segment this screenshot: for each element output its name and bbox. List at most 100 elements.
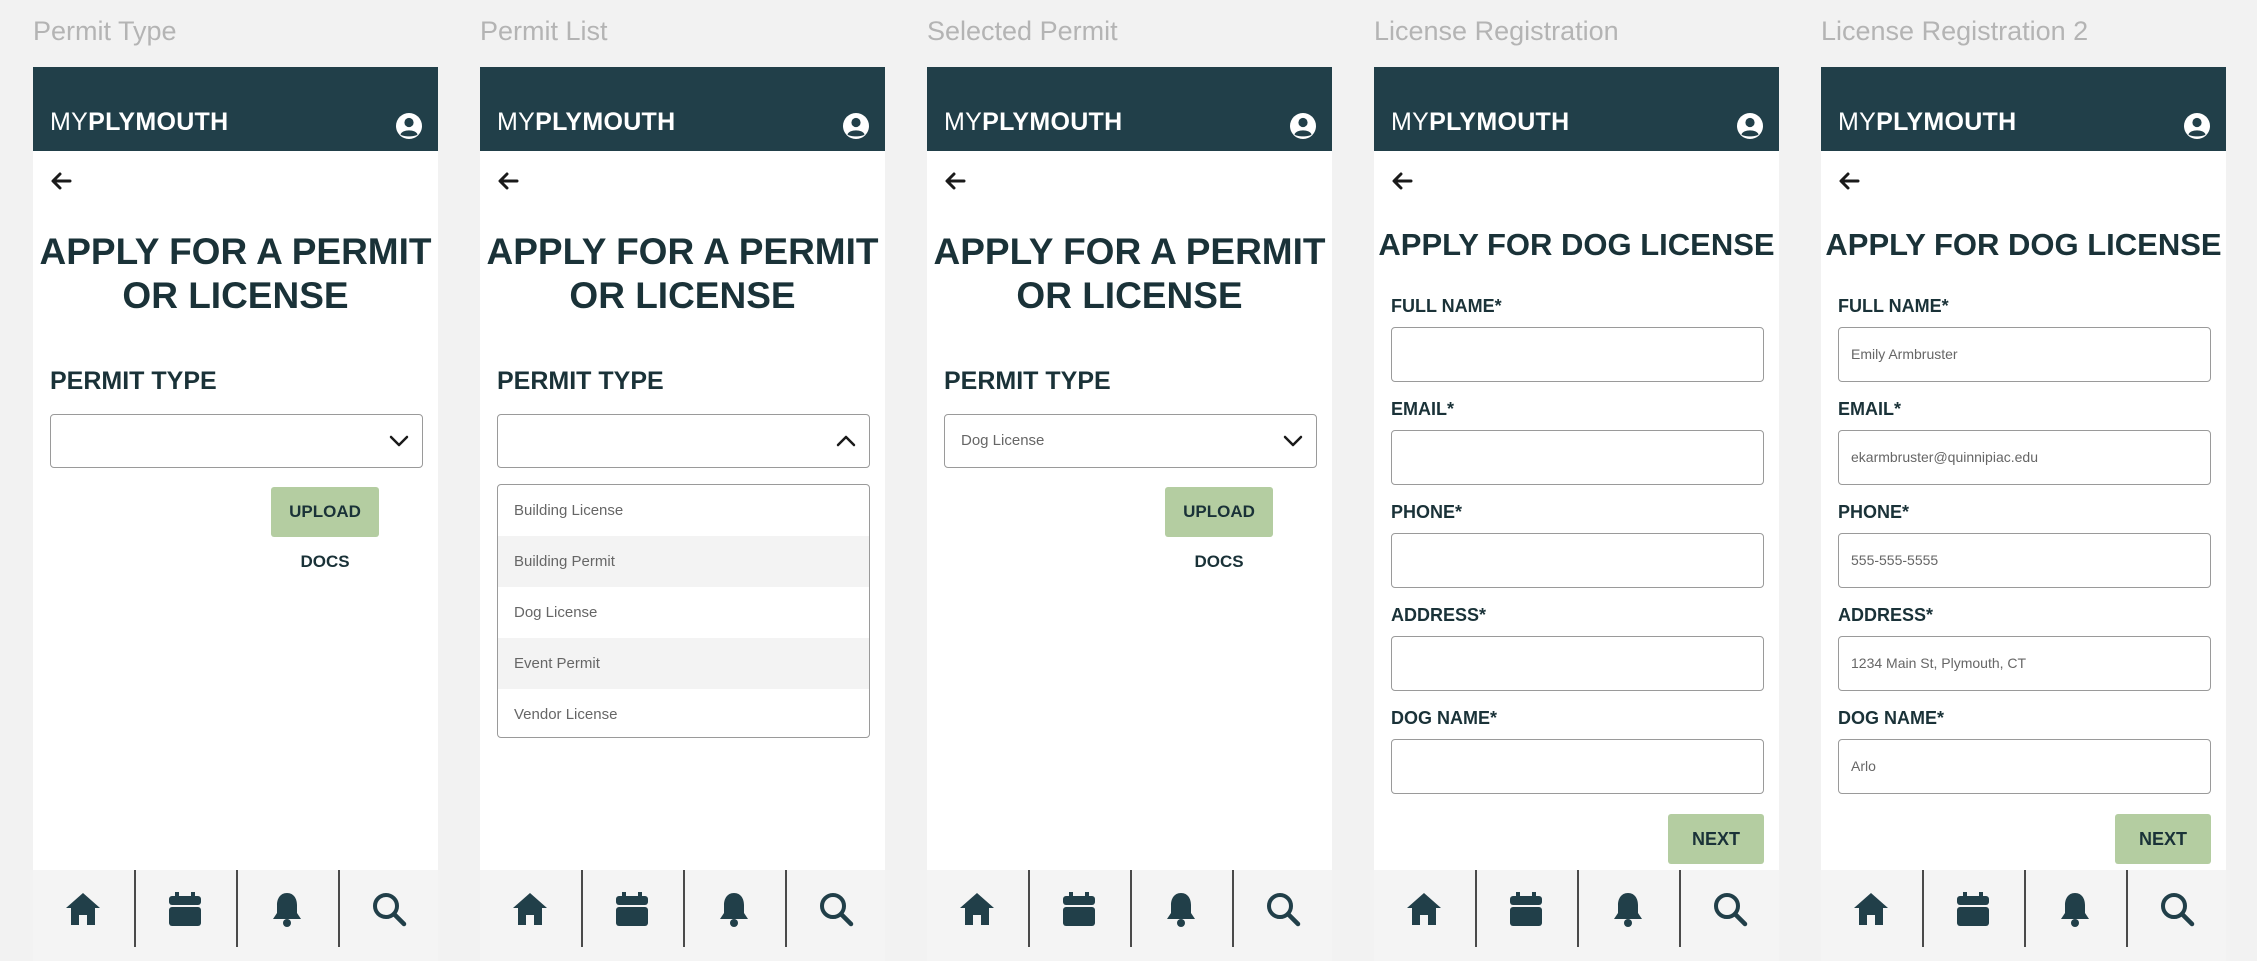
dog-name-label: DOG NAME* xyxy=(1391,708,1498,728)
option-building-permit[interactable]: Building Permit xyxy=(498,536,869,587)
address-label: ADDRESS* xyxy=(1838,605,1934,625)
phone-field[interactable] xyxy=(1391,533,1764,588)
arrow-left-icon[interactable] xyxy=(1837,169,1861,193)
phone-frame: MYPLYMOUTH APPLY FOR A PERMIT OR LICENSE… xyxy=(33,67,438,961)
tab-home[interactable] xyxy=(33,870,134,947)
phone-frame: MYPLYMOUTH APPLY FOR A PERMIT OR LICENSE… xyxy=(480,67,885,961)
tab-bar xyxy=(1821,870,2226,961)
next-button[interactable]: NEXT xyxy=(2115,814,2211,864)
tab-notifications[interactable] xyxy=(1131,870,1232,947)
frame-title: License Registration 2 xyxy=(1821,16,2089,46)
user-circle-icon[interactable] xyxy=(1736,112,1764,140)
full-name-field[interactable] xyxy=(1391,327,1764,382)
phone-field[interactable]: 555-555-5555 xyxy=(1838,533,2211,588)
bell-icon xyxy=(273,893,301,927)
tab-calendar[interactable] xyxy=(1029,870,1130,947)
select-value: Dog License xyxy=(961,432,1045,449)
tab-calendar[interactable] xyxy=(135,870,236,947)
tab-notifications[interactable] xyxy=(2025,870,2126,947)
address-field[interactable]: 1234 Main St, Plymouth, CT xyxy=(1838,636,2211,691)
bell-icon xyxy=(1614,893,1642,927)
arrow-left-icon[interactable] xyxy=(496,169,520,193)
page-title: APPLY FOR DOG LICENSE xyxy=(1825,227,2222,262)
tab-calendar[interactable] xyxy=(1476,870,1577,947)
tab-notifications[interactable] xyxy=(237,870,338,947)
email-field[interactable] xyxy=(1391,430,1764,485)
screen-permit-list: Permit List MYPLYMOUTH APPLY FOR A PERMI… xyxy=(480,0,885,961)
user-circle-icon[interactable] xyxy=(1289,112,1317,140)
upload-docs-button[interactable]: UPLOAD DOCS xyxy=(1165,487,1273,571)
home-icon xyxy=(1407,893,1441,925)
chevron-down-icon xyxy=(1283,435,1303,447)
screen-license-registration: License Registration MYPLYMOUTH APPLY FO… xyxy=(1374,0,1779,961)
option-event-permit[interactable]: Event Permit xyxy=(498,638,869,689)
tab-home[interactable] xyxy=(927,870,1028,947)
dog-name-label: DOG NAME* xyxy=(1838,708,1945,728)
user-circle-icon[interactable] xyxy=(395,112,423,140)
frame-title: License Registration xyxy=(1374,16,1619,46)
tab-bar xyxy=(33,870,438,961)
full-name-label: FULL NAME* xyxy=(1391,296,1502,316)
email-field[interactable]: ekarmbruster@quinnipiac.edu xyxy=(1838,430,2211,485)
tab-calendar[interactable] xyxy=(582,870,683,947)
search-icon xyxy=(1267,893,1301,927)
next-button[interactable]: NEXT xyxy=(1668,814,1764,864)
screen-selected-permit: Selected Permit MYPLYMOUTH APPLY FOR A P… xyxy=(927,0,1332,961)
tab-bar xyxy=(927,870,1332,961)
bell-icon xyxy=(1167,893,1195,927)
calendar-icon xyxy=(1063,892,1095,926)
arrow-left-icon[interactable] xyxy=(943,169,967,193)
tab-home[interactable] xyxy=(1821,870,1922,947)
permit-type-label: PERMIT TYPE xyxy=(944,367,1111,395)
option-vendor-license[interactable]: Vendor License xyxy=(498,689,869,737)
app-logo: MYPLYMOUTH xyxy=(944,108,1123,136)
arrow-left-icon[interactable] xyxy=(49,169,73,193)
bell-icon xyxy=(2061,893,2089,927)
phone-frame: MYPLYMOUTH APPLY FOR A PERMIT OR LICENSE… xyxy=(927,67,1332,961)
option-building-license[interactable]: Building License xyxy=(498,485,869,536)
arrow-left-icon[interactable] xyxy=(1390,169,1414,193)
permit-type-select[interactable] xyxy=(50,414,423,468)
tab-search[interactable] xyxy=(786,870,887,947)
frame-title: Selected Permit xyxy=(927,16,1118,46)
user-circle-icon[interactable] xyxy=(842,112,870,140)
home-icon xyxy=(513,893,547,925)
frame-title: Permit Type xyxy=(33,16,177,46)
bell-icon xyxy=(720,893,748,927)
tab-home[interactable] xyxy=(1374,870,1475,947)
chevron-up-icon xyxy=(836,435,856,447)
tab-bar xyxy=(1374,870,1779,961)
option-dog-license[interactable]: Dog License xyxy=(498,587,869,638)
app-logo: MYPLYMOUTH xyxy=(1838,108,2017,136)
page-title: APPLY FOR DOG LICENSE xyxy=(1378,227,1775,262)
tab-notifications[interactable] xyxy=(684,870,785,947)
user-circle-icon[interactable] xyxy=(2183,112,2211,140)
address-field[interactable] xyxy=(1391,636,1764,691)
tab-bar xyxy=(480,870,885,961)
dog-name-field[interactable] xyxy=(1391,739,1764,794)
tab-search[interactable] xyxy=(1680,870,1781,947)
tab-home[interactable] xyxy=(480,870,581,947)
permit-type-select[interactable] xyxy=(497,414,870,468)
search-icon xyxy=(2161,893,2195,927)
calendar-icon xyxy=(1957,892,1989,926)
phone-label: PHONE* xyxy=(1391,502,1463,522)
full-name-field[interactable]: Emily Armbruster xyxy=(1838,327,2211,382)
phone-frame: MYPLYMOUTH APPLY FOR DOG LICENSE FULL NA… xyxy=(1374,67,1779,961)
tab-notifications[interactable] xyxy=(1578,870,1679,947)
permit-type-select[interactable]: Dog License xyxy=(944,414,1317,468)
upload-docs-button[interactable]: UPLOAD DOCS xyxy=(271,487,379,571)
permit-options-list: Building License Building Permit Dog Lic… xyxy=(497,484,870,738)
calendar-icon xyxy=(169,892,201,926)
tab-search[interactable] xyxy=(1233,870,1334,947)
tab-calendar[interactable] xyxy=(1923,870,2024,947)
frame-title: Permit List xyxy=(480,16,608,46)
dog-name-field[interactable]: Arlo xyxy=(1838,739,2211,794)
home-icon xyxy=(960,893,994,925)
tab-search[interactable] xyxy=(2127,870,2228,947)
app-header: MYPLYMOUTH xyxy=(33,67,438,151)
screen-license-registration-2: License Registration 2 MYPLYMOUTH APPLY … xyxy=(1821,0,2226,961)
tab-search[interactable] xyxy=(339,870,440,947)
calendar-icon xyxy=(1510,892,1542,926)
email-label: EMAIL* xyxy=(1391,399,1454,419)
